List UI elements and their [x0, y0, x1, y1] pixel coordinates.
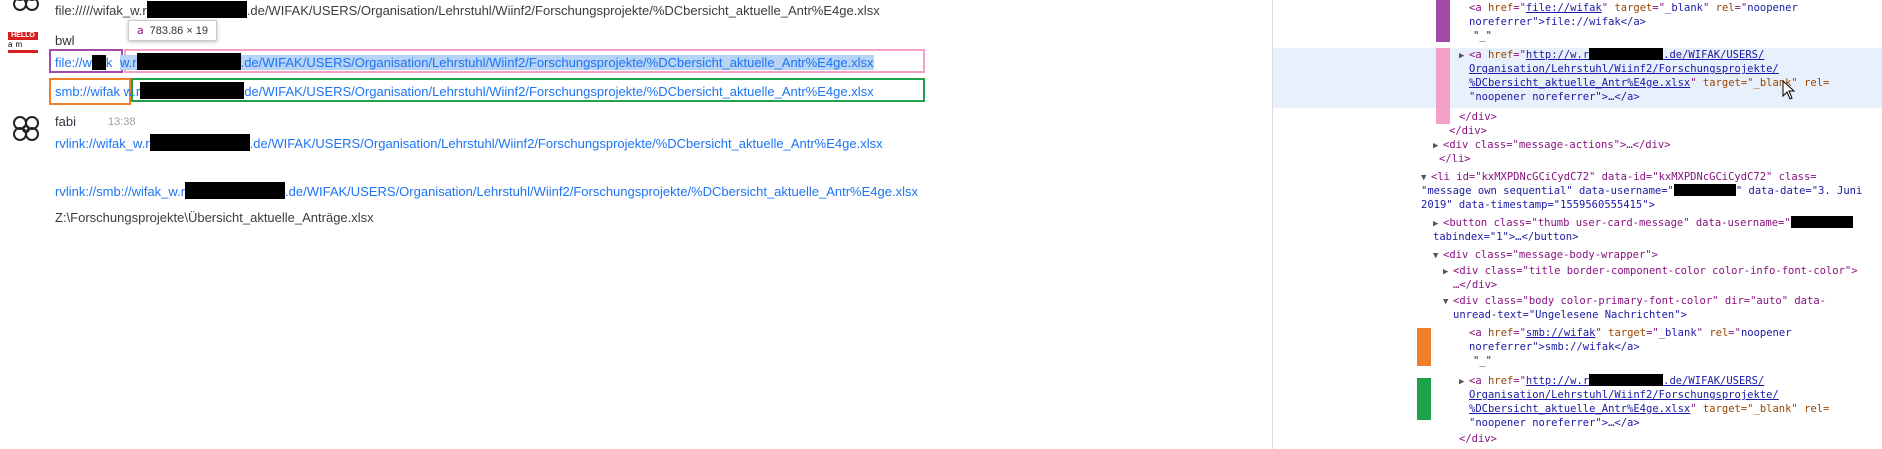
dom-line[interactable]: </li>: [1439, 152, 1471, 166]
dom-line[interactable]: <a href="smb://wifak" target="_blank" re…: [1469, 326, 1792, 340]
path-text: Z:\Forschungsprojekte\Übersicht_aktuelle…: [55, 210, 374, 225]
devtools-elements-panel: <a href="file://wifak" target="_blank" r…: [1272, 0, 1882, 449]
dom-line[interactable]: Organisation/Lehrstuhl/Wiinf2/Forschungs…: [1469, 388, 1779, 402]
dom-line[interactable]: ▼ <li id="kxMXPDNcGCiCydC72" data-id="kxM…: [1421, 170, 1817, 185]
chat-pane: file://///wifak_w.r .de/WIFAK/USERS/Organ…: [0, 0, 1272, 449]
dom-line[interactable]: 2019" data-timestamp="1559560555415">: [1421, 198, 1655, 212]
rvlink-smb-link[interactable]: rvlink://smb://wifak_w.r .de/WIFAK/USERS/…: [55, 182, 918, 199]
username[interactable]: fabi: [55, 114, 76, 129]
dom-line[interactable]: ▼ <div class="message-body-wrapper">: [1433, 248, 1658, 263]
redaction: [146, 1, 247, 18]
smb-link[interactable]: smb://wifak: [55, 84, 120, 99]
rvlink-link[interactable]: rvlink://wifak_w.r .de/WIFAK/USERS/Organi…: [55, 134, 883, 151]
dom-line[interactable]: </div>: [1449, 124, 1487, 138]
username[interactable]: bwl: [55, 33, 75, 48]
http-link[interactable]: w.r de/WIFAK/USERS/Organisation/Lehrstuhl…: [124, 82, 874, 99]
message-time: 13:38: [108, 116, 136, 128]
dom-text-node[interactable]: "_": [1473, 29, 1492, 43]
dom-line[interactable]: </div>: [1459, 110, 1497, 124]
color-marker-purple: [1436, 0, 1450, 42]
dom-line[interactable]: noreferrer">file://wifak</a>: [1469, 15, 1646, 29]
dom-line[interactable]: ▶ <div class="message-actions">…</div>: [1433, 138, 1671, 153]
message-text-start: file://///wifak_w.r: [55, 3, 147, 18]
color-marker-pink: [1436, 48, 1450, 124]
inspector-tooltip: a 783.86 × 19: [128, 20, 218, 41]
dom-line[interactable]: %DCbersicht_aktuelle_Antr%E4ge.xlsx" tar…: [1469, 76, 1829, 90]
dom-line[interactable]: "message own sequential" data-username="…: [1421, 184, 1862, 198]
dom-line[interactable]: Organisation/Lehrstuhl/Wiinf2/Forschungs…: [1469, 62, 1779, 76]
hello-avatar[interactable]: HELLO am: [8, 32, 38, 56]
dom-line[interactable]: ▶ <a href="http://w.r .de/WIFAK/USERS/: [1459, 374, 1764, 389]
dom-line[interactable]: </div>: [1459, 432, 1497, 446]
hello-badge-bar: [8, 50, 38, 53]
http-link[interactable]: w.r .de/WIFAK/USERS/Organisation/Lehrstuh…: [119, 53, 874, 70]
message-text: file://///wifak_w.r .de/WIFAK/USERS/Organ…: [55, 1, 880, 18]
dom-line[interactable]: unread-text="Ungelesene Nachrichten">: [1453, 308, 1687, 322]
dom-text-node[interactable]: "_": [1473, 354, 1492, 368]
message-links: file://w k w.r .de/WIFAK/USERS/Organisatio…: [55, 53, 874, 70]
hello-badge-top: HELLO: [8, 32, 38, 40]
mouse-cursor-icon: [1782, 80, 1796, 100]
file-link[interactable]: file://w k: [55, 55, 112, 70]
dom-line[interactable]: tabindex="1">…</button>: [1433, 230, 1578, 244]
dom-line[interactable]: ▶ <div class="title border-component-colo…: [1443, 264, 1858, 279]
dom-line-selected[interactable]: ▶ <a href="http://w.r .de/WIFAK/USERS/: [1459, 48, 1764, 63]
hello-badge-bottom: am: [8, 40, 26, 49]
brain-avatar-icon[interactable]: [10, 0, 42, 14]
dom-line[interactable]: ▶ <button class="thumb user-card-message"…: [1433, 216, 1853, 231]
dom-line[interactable]: "noopener noreferrer">…</a>: [1469, 416, 1640, 430]
dom-line[interactable]: "noopener noreferrer">…</a>: [1469, 90, 1640, 104]
message-text-end: .de/WIFAK/USERS/Organisation/Lehrstuhl/W…: [246, 3, 880, 18]
dom-line[interactable]: <a href="file://wifak" target="_blank" r…: [1469, 1, 1798, 15]
dom-line[interactable]: noreferrer">smb://wifak</a>: [1469, 340, 1640, 354]
message-links: smb://wifak w.r de/WIFAK/USERS/Organisati…: [55, 82, 874, 99]
tooltip-size: 783.86 × 19: [149, 25, 209, 37]
color-marker-green: [1417, 378, 1431, 420]
dom-line[interactable]: %DCbersicht_aktuelle_Antr%E4ge.xlsx" tar…: [1469, 402, 1829, 416]
dom-line[interactable]: …</div>: [1453, 278, 1497, 292]
brain-avatar-icon[interactable]: [10, 113, 42, 145]
dom-line[interactable]: ▼ <div class="body color-primary-font-col…: [1443, 294, 1826, 309]
color-marker-orange: [1417, 328, 1431, 366]
tooltip-tag: a: [137, 24, 144, 37]
